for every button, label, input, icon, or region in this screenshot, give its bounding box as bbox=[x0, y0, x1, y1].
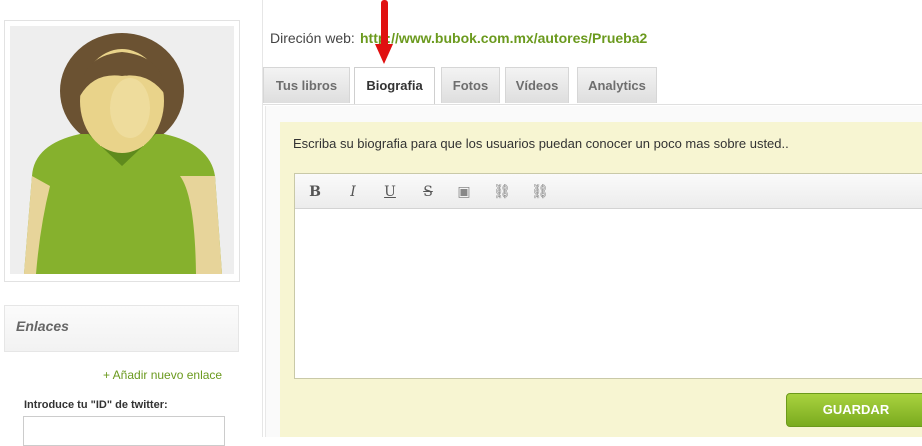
twitter-id-input[interactable] bbox=[23, 416, 225, 446]
avatar[interactable] bbox=[10, 26, 234, 274]
sidebar-divider bbox=[262, 0, 263, 437]
underline-icon[interactable]: U bbox=[378, 180, 402, 204]
tab-biografia[interactable]: Biografia bbox=[354, 67, 435, 105]
tab-tus-libros[interactable]: Tus libros bbox=[263, 67, 350, 103]
twitter-id-label: Introduce tu "ID" de twitter: bbox=[24, 399, 168, 411]
image-icon[interactable]: ▣ bbox=[452, 180, 476, 204]
add-link-button[interactable]: + Añadir nuevo enlace bbox=[103, 368, 222, 382]
save-button[interactable]: GUARDAR bbox=[786, 393, 922, 427]
tab-divider bbox=[263, 104, 922, 105]
link-icon[interactable]: ⛓ bbox=[490, 180, 514, 204]
user-avatar-icon bbox=[10, 26, 234, 274]
web-address-label: Direción web: bbox=[270, 30, 355, 46]
tab-analytics[interactable]: Analytics bbox=[577, 67, 657, 103]
web-address-link[interactable]: http://www.bubok.com.mx/autores/Prueba2 bbox=[360, 30, 647, 46]
links-title: Enlaces bbox=[16, 318, 69, 334]
strikethrough-icon[interactable]: S bbox=[416, 180, 440, 204]
tab-videos[interactable]: Vídeos bbox=[505, 67, 569, 103]
bold-icon[interactable]: B bbox=[303, 180, 327, 204]
italic-icon[interactable]: I bbox=[341, 180, 365, 204]
unlink-icon[interactable]: ⛓ bbox=[528, 180, 552, 204]
biography-instructions: Escriba su biografia para que los usuari… bbox=[293, 136, 789, 151]
red-arrow-icon bbox=[375, 0, 393, 64]
tab-fotos[interactable]: Fotos bbox=[441, 67, 500, 103]
